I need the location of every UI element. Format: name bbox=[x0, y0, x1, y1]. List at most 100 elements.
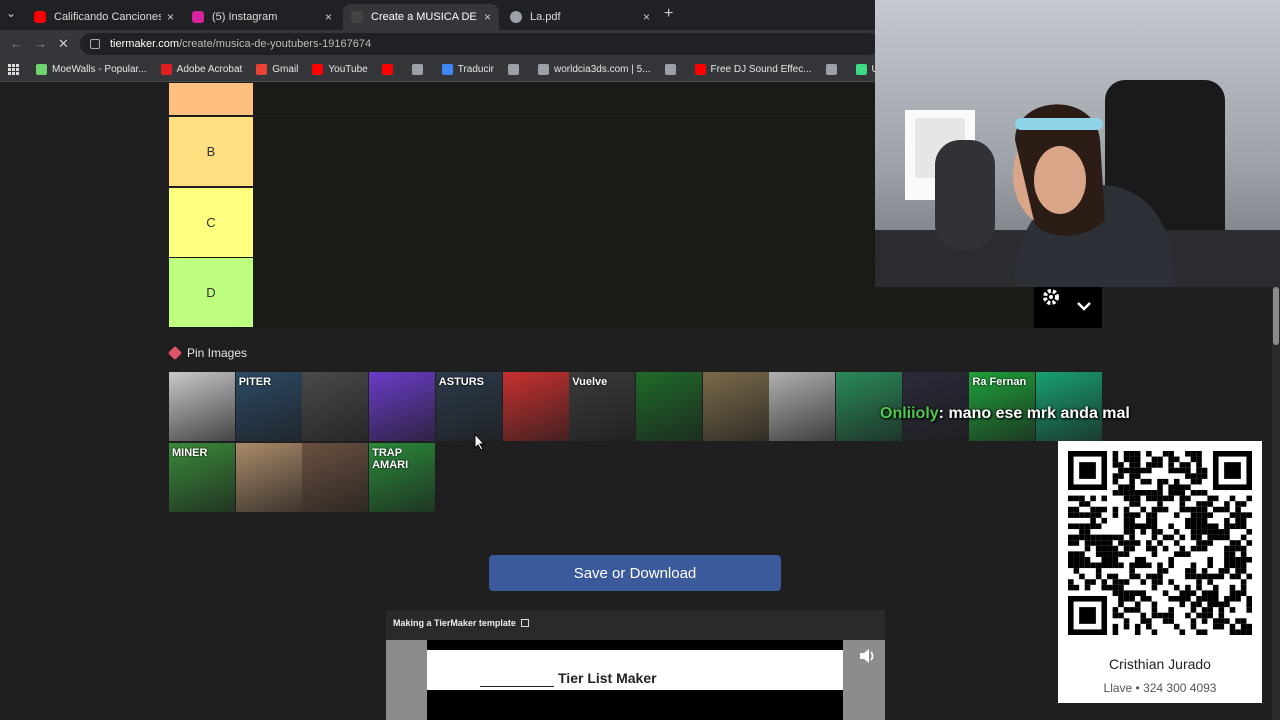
tab-title: Calificando Canciones de Youtu bbox=[54, 11, 161, 23]
save-or-download-button[interactable]: Save or Download bbox=[489, 555, 781, 591]
pin-image-thumbnail[interactable] bbox=[502, 372, 569, 441]
bookmark-icon bbox=[411, 64, 423, 75]
pin-image-thumbnail[interactable] bbox=[635, 372, 702, 441]
webcam-overlay bbox=[875, 0, 1280, 287]
stream-settings-overlay bbox=[1034, 287, 1102, 328]
address-path: /create/musica-de-youtubers-19167674 bbox=[179, 38, 372, 50]
bookmark-label: YouTube bbox=[328, 64, 368, 75]
thumbnail-caption: PITER bbox=[238, 376, 272, 388]
tier-label[interactable]: B bbox=[169, 117, 253, 186]
pin-image-thumbnail[interactable] bbox=[769, 372, 836, 441]
qr-owner-info: Llave • 324 300 4093 bbox=[1103, 681, 1217, 695]
bookmark-icon bbox=[825, 64, 837, 75]
video-title-text: Making a TierMaker template bbox=[393, 618, 516, 628]
chat-username: Onliioly bbox=[880, 405, 939, 422]
thumbnail-caption: Vuelve bbox=[572, 376, 608, 388]
bookmark-icon bbox=[508, 64, 520, 75]
page-scrollbar[interactable] bbox=[1272, 287, 1280, 720]
tier-label[interactable] bbox=[169, 83, 253, 115]
bookmark-icon bbox=[538, 64, 550, 75]
bookmark-10[interactable]: Free DJ Sound Effec... bbox=[694, 64, 812, 75]
bookmark-icon bbox=[664, 64, 676, 75]
speaker-icon[interactable] bbox=[858, 648, 876, 664]
tab-2[interactable]: Create a MUSICA DE YOUTUBE × bbox=[343, 4, 499, 30]
bookmark-icon bbox=[855, 64, 867, 75]
copy-link-icon[interactable] bbox=[520, 619, 529, 627]
site-info-icon[interactable] bbox=[90, 39, 100, 49]
tab-title: (5) Instagram bbox=[212, 11, 278, 23]
tab-1[interactable]: (5) Instagram × bbox=[184, 4, 340, 30]
pin-image-thumbnail[interactable]: ASTURS bbox=[435, 372, 502, 441]
pin-image-thumbnail[interactable]: MINER bbox=[169, 443, 235, 512]
bookmark-icon bbox=[160, 64, 172, 75]
bookmark-icon bbox=[441, 64, 453, 75]
pin-image-thumbnail[interactable] bbox=[235, 443, 302, 512]
tab-close-icon[interactable]: × bbox=[325, 10, 332, 24]
bookmark-9[interactable] bbox=[664, 64, 681, 75]
address-bar[interactable]: tiermaker.com /create/musica-de-youtuber… bbox=[80, 33, 880, 55]
pushpin-icon bbox=[167, 345, 183, 361]
thumbnail-caption: TRAP AMARI bbox=[372, 447, 409, 471]
tab-close-icon[interactable]: × bbox=[484, 10, 491, 24]
mouse-cursor-icon bbox=[474, 433, 486, 451]
tab-0[interactable]: Calificando Canciones de Youtu × bbox=[26, 4, 182, 30]
video-title[interactable]: Making a TierMaker template bbox=[393, 618, 529, 628]
pin-image-thumbnail[interactable] bbox=[302, 443, 369, 512]
bookmark-1[interactable]: Adobe Acrobat bbox=[160, 64, 243, 75]
tiermaker-favicon-icon bbox=[351, 11, 363, 23]
chat-text: : mano ese mrk anda mal bbox=[938, 405, 1130, 422]
bookmark-label: Traducir bbox=[457, 64, 495, 75]
tab-search-icon[interactable]: ⌄ bbox=[6, 6, 16, 20]
bookmark-8[interactable]: worldcia3ds.com | 5... bbox=[538, 64, 651, 75]
bookmark-5[interactable] bbox=[411, 64, 428, 75]
pin-image-thumbnail[interactable]: PITER bbox=[235, 372, 302, 441]
tab-3[interactable]: La.pdf × bbox=[502, 4, 658, 30]
bookmark-11[interactable] bbox=[825, 64, 842, 75]
address-host: tiermaker.com bbox=[110, 38, 180, 50]
qr-code-icon bbox=[1068, 451, 1252, 635]
gear-icon[interactable] bbox=[1034, 287, 1102, 328]
new-tab-button[interactable]: + bbox=[664, 5, 673, 23]
tier-label[interactable]: C bbox=[169, 187, 253, 257]
pin-image-thumbnail[interactable] bbox=[369, 372, 436, 441]
bookmark-icon bbox=[381, 64, 393, 75]
video-frame-text: Tier List Maker bbox=[558, 670, 657, 686]
donation-qr-card: Cristhian Jurado Llave • 324 300 4093 bbox=[1058, 441, 1262, 703]
bookmark-4[interactable] bbox=[381, 64, 398, 75]
bookmark-label: Adobe Acrobat bbox=[176, 64, 243, 75]
bookmark-7[interactable] bbox=[508, 64, 524, 75]
apps-grid-icon[interactable] bbox=[8, 63, 20, 76]
bookmark-icon bbox=[694, 64, 706, 75]
tab-close-icon[interactable]: × bbox=[167, 10, 174, 24]
tab-close-icon[interactable]: × bbox=[643, 10, 650, 24]
bookmark-3[interactable]: YouTube bbox=[312, 64, 368, 75]
youtube-favicon-icon bbox=[34, 11, 46, 23]
scrollbar-thumb[interactable] bbox=[1273, 287, 1279, 345]
tab-title: Create a MUSICA DE YOUTUBE bbox=[371, 11, 478, 23]
bookmark-icon bbox=[36, 64, 47, 75]
forward-arrow-icon[interactable]: → bbox=[34, 36, 47, 51]
bookmark-icon bbox=[256, 64, 268, 75]
pin-image-thumbnail[interactable] bbox=[169, 372, 235, 441]
pin-image-thumbnail[interactable] bbox=[302, 372, 369, 441]
pin-images-title: Pin Images bbox=[187, 346, 248, 360]
qr-owner-name: Cristhian Jurado bbox=[1109, 656, 1211, 672]
globe-favicon-icon bbox=[510, 11, 522, 23]
bookmark-0[interactable]: MoeWalls - Popular... bbox=[36, 64, 147, 75]
bookmark-label: Gmail bbox=[272, 64, 299, 75]
back-arrow-icon[interactable]: ← bbox=[10, 36, 23, 51]
pin-image-thumbnail[interactable]: Vuelve bbox=[569, 372, 636, 441]
pin-images-heading: Pin Images bbox=[167, 345, 248, 361]
bookmark-2[interactable]: Gmail bbox=[256, 64, 298, 75]
pin-image-thumbnail[interactable]: TRAP AMARI bbox=[369, 443, 436, 512]
tier-label[interactable]: D bbox=[169, 258, 253, 327]
bookmark-label: MoeWalls - Popular... bbox=[52, 64, 147, 75]
bookmark-label: worldcia3ds.com | 5... bbox=[554, 64, 651, 75]
chat-message: Onliioly: mano ese mrk anda mal bbox=[880, 405, 1130, 423]
pin-image-thumbnail[interactable] bbox=[702, 372, 769, 441]
bookmark-6[interactable]: Traducir bbox=[441, 64, 495, 75]
tab-title: La.pdf bbox=[530, 11, 561, 23]
thumbnail-caption: ASTURS bbox=[438, 376, 485, 388]
screen: ⌄ Calificando Canciones de Youtu × (5) I… bbox=[0, 0, 1280, 720]
stop-loading-icon[interactable]: ✕ bbox=[58, 36, 69, 52]
